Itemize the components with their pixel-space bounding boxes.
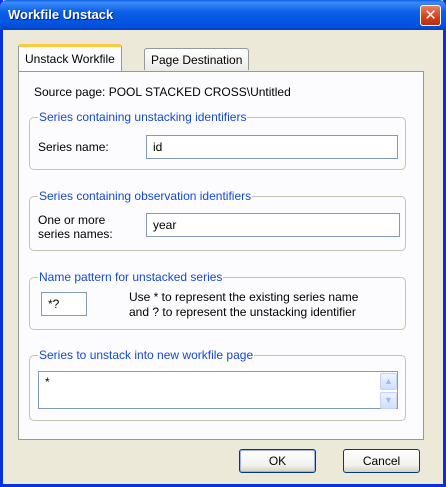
series-to-unstack-legend: Series to unstack into new workfile page xyxy=(38,348,255,362)
series-to-unstack-textarea[interactable]: * ▲ ▼ xyxy=(38,371,398,409)
name-pattern-input[interactable]: *? xyxy=(41,292,87,316)
name-pattern-legend: Name pattern for unstacked series xyxy=(38,270,224,284)
tab-page-destination[interactable]: Page Destination xyxy=(144,48,250,70)
scroll-up-icon[interactable]: ▲ xyxy=(380,373,397,390)
close-icon[interactable]: ✕ xyxy=(420,5,441,26)
source-page-label: Source page: POOL STACKED CROSS\Untitled xyxy=(34,85,291,99)
dialog-title: Workfile Unstack xyxy=(8,7,114,22)
series-name-label: Series name: xyxy=(38,140,109,154)
observation-series-input[interactable]: year xyxy=(146,213,400,237)
textarea-scrollbar[interactable]: ▲ ▼ xyxy=(380,372,397,409)
scroll-down-icon[interactable]: ▼ xyxy=(380,392,397,409)
series-names-label-line1: One or more xyxy=(38,213,106,227)
series-name-input[interactable]: id xyxy=(146,135,398,159)
pattern-help-line1: Use * to represent the existing series n… xyxy=(129,290,359,304)
ok-button[interactable]: OK xyxy=(239,449,316,473)
tab-unstack-workfile[interactable]: Unstack Workfile xyxy=(18,44,122,71)
cancel-button[interactable]: Cancel xyxy=(343,449,420,473)
title-bar[interactable]: Workfile Unstack ✕ xyxy=(0,0,446,30)
series-to-unstack-value: * xyxy=(45,375,50,389)
unstacking-group-legend: Series containing unstacking identifiers xyxy=(38,110,248,124)
pattern-help-line2: and ? to represent the unstacking identi… xyxy=(129,305,356,319)
series-names-label-line2: series names: xyxy=(38,227,113,241)
observation-group-legend: Series containing observation identifier… xyxy=(38,189,253,203)
